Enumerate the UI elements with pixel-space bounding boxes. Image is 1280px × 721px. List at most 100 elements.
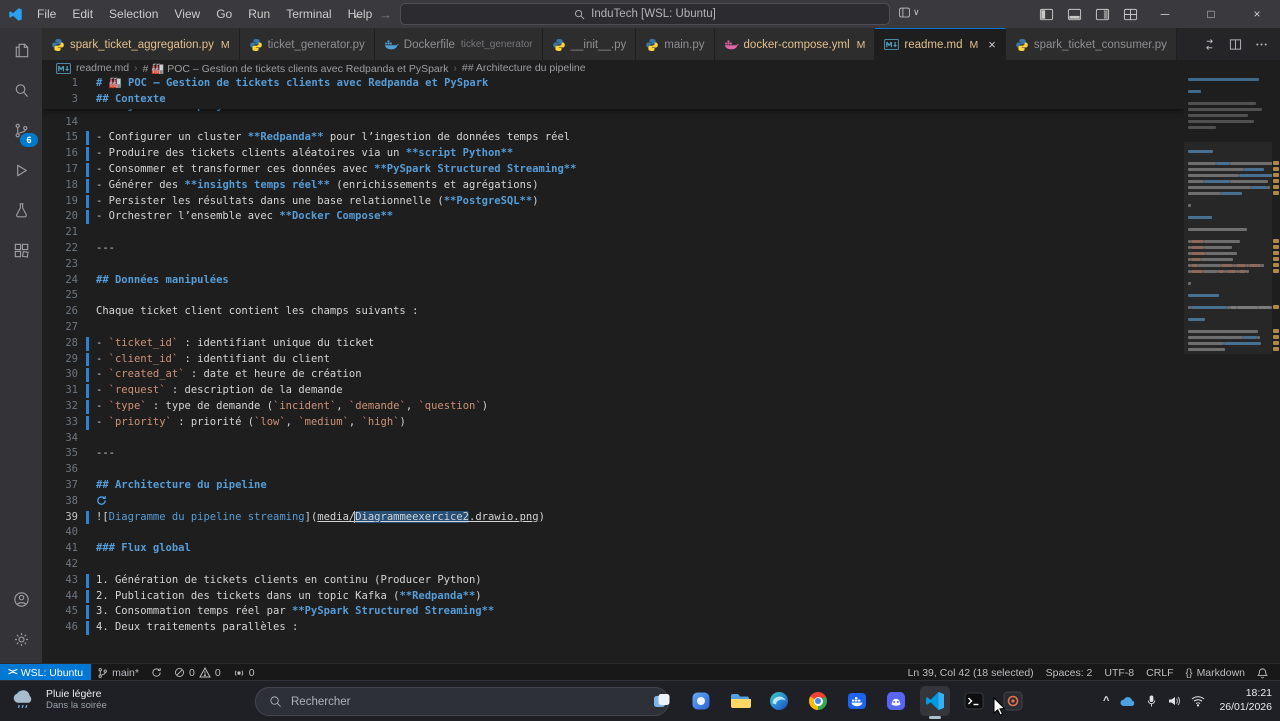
- line-number[interactable]: 30: [42, 367, 78, 383]
- code-line-content[interactable]: 3. Consommation temps réel par **PySpark…: [96, 604, 494, 620]
- line-number[interactable]: 25: [42, 288, 78, 304]
- split-editor-icon[interactable]: [1229, 38, 1242, 51]
- terminal-icon[interactable]: [959, 686, 989, 716]
- git-branch[interactable]: main*: [91, 664, 145, 681]
- line-number[interactable]: 22: [42, 241, 78, 257]
- code-line-content[interactable]: 2. Publication des tickets dans un topic…: [96, 589, 482, 605]
- network-icon[interactable]: [1191, 695, 1205, 707]
- line-number[interactable]: 20: [42, 209, 78, 225]
- account-icon[interactable]: [0, 579, 42, 619]
- explorer-icon[interactable]: [0, 30, 42, 70]
- code-line-content[interactable]: 4. Deux traitements parallèles :: [96, 620, 298, 636]
- code-line-content[interactable]: - Consommer et transformer ces données a…: [96, 162, 576, 178]
- minimap[interactable]: [1184, 76, 1276, 663]
- close-button[interactable]: ×: [1234, 0, 1280, 28]
- open-changes-icon[interactable]: [1203, 38, 1216, 51]
- line-number[interactable]: 32: [42, 399, 78, 415]
- vscode-icon[interactable]: [920, 686, 950, 719]
- code-line-content[interactable]: - `ticket_id` : identifiant unique du ti…: [96, 336, 374, 352]
- tab-spark_ticket_aggregation.py[interactable]: spark_ticket_aggregation.py M: [42, 28, 240, 60]
- tab-__init__.py[interactable]: __init__.py: [542, 28, 637, 60]
- line-number[interactable]: 26: [42, 304, 78, 320]
- sync-changes[interactable]: [145, 664, 168, 681]
- code-line-content[interactable]: # 🏭 POC – Gestion de tickets clients ave…: [96, 76, 488, 92]
- onedrive-icon[interactable]: [1119, 695, 1136, 707]
- breadcrumb-item[interactable]: ## Architecture du pipeline: [462, 62, 586, 74]
- extensions-icon[interactable]: [0, 230, 42, 270]
- chrome-icon[interactable]: [803, 686, 833, 716]
- line-number[interactable]: 19: [42, 194, 78, 210]
- menu-edit[interactable]: Edit: [64, 0, 101, 28]
- back-button[interactable]: ←: [352, 7, 365, 22]
- tab-spark_ticket_consumer.py[interactable]: spark_ticket_consumer.py: [1005, 28, 1177, 60]
- code-line-content[interactable]: - `client_id` : identifiant du client: [96, 352, 330, 368]
- code-line-content[interactable]: 1. Génération de tickets clients en cont…: [96, 573, 482, 589]
- line-number[interactable]: 14: [42, 115, 78, 131]
- close-icon[interactable]: ×: [988, 38, 996, 51]
- line-number[interactable]: 40: [42, 525, 78, 541]
- code-line-content[interactable]: ## Contexte: [96, 92, 166, 108]
- maximize-button[interactable]: □: [1188, 0, 1234, 28]
- code-line-content[interactable]: - `type` : type de demande (`incident`, …: [96, 399, 488, 415]
- settings-icon[interactable]: [0, 619, 42, 659]
- edge-icon[interactable]: [764, 686, 794, 716]
- line-number[interactable]: 17: [42, 162, 78, 178]
- breadcrumb-item[interactable]: readme.md: [76, 62, 129, 74]
- layout-control-dropdown[interactable]: ∨: [898, 6, 920, 19]
- code-line-content[interactable]: Chaque ticket client contient les champs…: [96, 304, 418, 320]
- line-number[interactable]: 28: [42, 336, 78, 352]
- line-number[interactable]: 36: [42, 462, 78, 478]
- code-line-content[interactable]: ## Données manipulées: [96, 273, 229, 289]
- tab-main.py[interactable]: main.py: [636, 28, 715, 60]
- menu-file[interactable]: File: [29, 0, 64, 28]
- media-app-icon[interactable]: [998, 686, 1028, 716]
- menu-terminal[interactable]: Terminal: [278, 0, 339, 28]
- editor[interactable]: 1213## Objectifs du projet1415- Configur…: [42, 76, 1280, 663]
- eol[interactable]: CRLF: [1140, 664, 1179, 681]
- ports[interactable]: 0: [227, 664, 261, 681]
- remote-indicator[interactable]: >< WSL: Ubuntu: [0, 664, 92, 681]
- menu-go[interactable]: Go: [208, 0, 240, 28]
- code-line-content[interactable]: - `request` : description de la demande: [96, 383, 343, 399]
- code-line-content[interactable]: [96, 494, 110, 510]
- line-number[interactable]: 31: [42, 383, 78, 399]
- line-number[interactable]: 1: [42, 76, 78, 92]
- code-line-content[interactable]: ![Diagramme du pipeline streaming](media…: [96, 510, 545, 526]
- menu-run[interactable]: Run: [240, 0, 278, 28]
- taskbar-search[interactable]: Rechercher: [255, 687, 669, 716]
- line-number[interactable]: 34: [42, 431, 78, 447]
- code-line-content[interactable]: ---: [96, 241, 115, 257]
- testing-icon[interactable]: [0, 190, 42, 230]
- code-line-content[interactable]: - `priority` : priorité (`low`, `medium`…: [96, 415, 406, 431]
- taskbar-clock[interactable]: 18:21 26/01/2026: [1219, 687, 1272, 714]
- line-number[interactable]: 35: [42, 446, 78, 462]
- line-number[interactable]: 45: [42, 604, 78, 620]
- line-number[interactable]: 42: [42, 557, 78, 573]
- run-debug-icon[interactable]: [0, 150, 42, 190]
- file-explorer-icon[interactable]: [725, 686, 755, 716]
- code-line-content[interactable]: - Générer des **insights temps réel** (e…: [96, 178, 539, 194]
- line-number[interactable]: 41: [42, 541, 78, 557]
- problems[interactable]: 0 0: [168, 664, 227, 681]
- code-action-icon[interactable]: [96, 495, 107, 506]
- line-number[interactable]: 16: [42, 146, 78, 162]
- code-line-content[interactable]: - Orchestrer l’ensemble avec **Docker Co…: [96, 209, 393, 225]
- volume-icon[interactable]: [1167, 695, 1181, 707]
- forward-button[interactable]: →: [379, 7, 392, 22]
- tab-Dockerfile[interactable]: Dockerfile ticket_generator: [374, 28, 543, 60]
- code-line-content[interactable]: - Persister les résultats dans une base …: [96, 194, 539, 210]
- line-number[interactable]: 29: [42, 352, 78, 368]
- line-number[interactable]: 15: [42, 130, 78, 146]
- indentation[interactable]: Spaces: 2: [1040, 664, 1099, 681]
- customize-layout-icon[interactable]: [1123, 7, 1138, 22]
- line-number[interactable]: 21: [42, 225, 78, 241]
- weather-widget[interactable]: Pluie légère Dans la soirée: [10, 686, 107, 712]
- code-line-content[interactable]: - `created_at` : date et heure de créati…: [96, 367, 362, 383]
- overview-ruler[interactable]: [1272, 76, 1280, 663]
- code-line-content[interactable]: ---: [96, 446, 115, 462]
- toggle-primary-sidebar-icon[interactable]: [1039, 7, 1054, 22]
- line-number[interactable]: 3: [42, 92, 78, 108]
- discord-icon[interactable]: [881, 686, 911, 716]
- line-number[interactable]: 43: [42, 573, 78, 589]
- notifications-bell[interactable]: [1251, 664, 1274, 681]
